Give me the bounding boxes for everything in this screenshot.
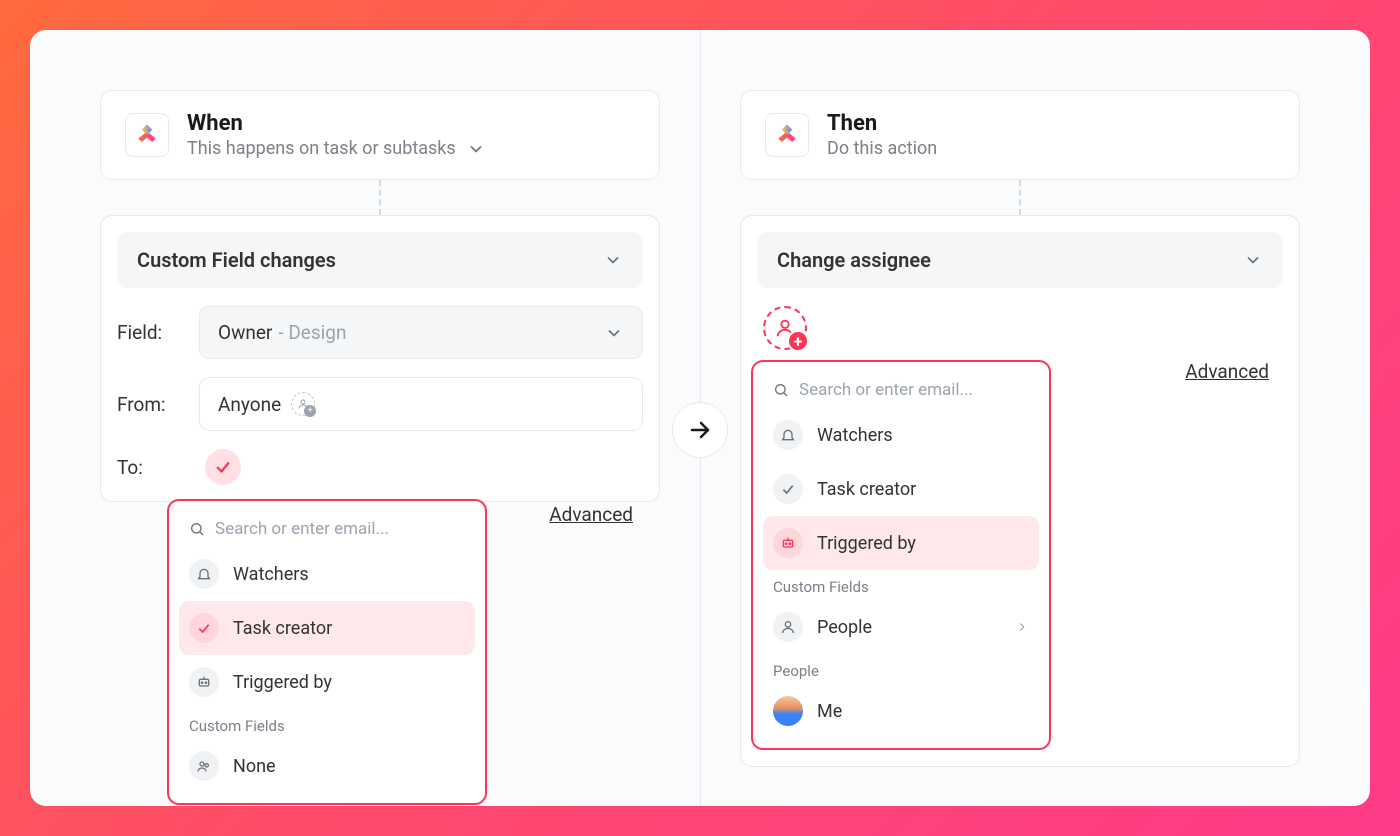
assignee-picker-popup: Search or enter email... Watchers Task c…: [751, 360, 1051, 750]
option-people-field[interactable]: People: [763, 600, 1039, 654]
field-select[interactable]: Owner - Design: [199, 306, 643, 359]
plus-icon: +: [787, 330, 809, 352]
search-input[interactable]: Search or enter email...: [179, 511, 475, 547]
connector-line: [379, 180, 381, 215]
person-icon: [773, 612, 803, 642]
when-subtitle-dropdown[interactable]: This happens on task or subtasks: [187, 138, 635, 159]
option-watchers[interactable]: Watchers: [763, 408, 1039, 462]
option-watchers[interactable]: Watchers: [179, 547, 475, 601]
option-triggered-by[interactable]: Triggered by: [763, 516, 1039, 570]
bell-icon: [189, 559, 219, 589]
add-assignee-button[interactable]: +: [763, 306, 807, 350]
flow-arrow-icon: [672, 402, 728, 458]
option-me[interactable]: Me: [763, 684, 1039, 738]
to-selected-chip[interactable]: [205, 449, 241, 485]
search-icon: [773, 382, 789, 398]
check-icon: [773, 474, 803, 504]
add-person-icon[interactable]: +: [291, 392, 315, 416]
search-input[interactable]: Search or enter email...: [763, 372, 1039, 408]
then-title: Then: [827, 111, 1275, 136]
to-label: To:: [117, 456, 187, 479]
advanced-link[interactable]: Advanced: [549, 503, 633, 526]
from-field[interactable]: Anyone +: [199, 377, 643, 431]
then-subtitle: Do this action: [827, 138, 1275, 159]
when-panel: Custom Field changes Field: Owner - Desi…: [100, 215, 660, 502]
section-people: People: [763, 654, 1039, 684]
trigger-select[interactable]: Custom Field changes: [117, 232, 643, 288]
field-label: Field:: [117, 321, 187, 344]
action-select[interactable]: Change assignee: [757, 232, 1283, 288]
when-title: When: [187, 111, 635, 136]
people-icon: [189, 751, 219, 781]
connector-line: [1019, 180, 1021, 215]
when-header-card: When This happens on task or subtasks: [100, 90, 660, 180]
then-header-card: Then Do this action: [740, 90, 1300, 180]
bell-icon: [773, 420, 803, 450]
chevron-down-icon: [603, 250, 623, 270]
people-picker-popup: Search or enter email... Watchers Task c…: [167, 499, 487, 805]
chevron-down-icon: [604, 323, 624, 343]
chevron-right-icon: [1015, 620, 1029, 634]
chevron-down-icon: [466, 139, 486, 159]
option-task-creator[interactable]: Task creator: [763, 462, 1039, 516]
option-none[interactable]: None: [179, 739, 475, 793]
avatar: [773, 696, 803, 726]
section-custom-fields: Custom Fields: [179, 709, 475, 739]
clickup-logo-icon: [765, 113, 809, 157]
automation-modal: When This happens on task or subtasks Cu…: [30, 30, 1370, 806]
chevron-down-icon: [1243, 250, 1263, 270]
robot-icon: [773, 528, 803, 558]
option-task-creator[interactable]: Task creator: [179, 601, 475, 655]
then-panel: Change assignee + Search or enter email.…: [740, 215, 1300, 767]
when-column: When This happens on task or subtasks Cu…: [100, 90, 700, 746]
section-custom-fields: Custom Fields: [763, 570, 1039, 600]
search-icon: [189, 521, 205, 537]
from-label: From:: [117, 393, 187, 416]
option-triggered-by[interactable]: Triggered by: [179, 655, 475, 709]
advanced-link[interactable]: Advanced: [1185, 360, 1269, 383]
clickup-logo-icon: [125, 113, 169, 157]
robot-icon: [189, 667, 219, 697]
then-column: Then Do this action Change assignee +: [700, 90, 1300, 746]
check-icon: [189, 613, 219, 643]
